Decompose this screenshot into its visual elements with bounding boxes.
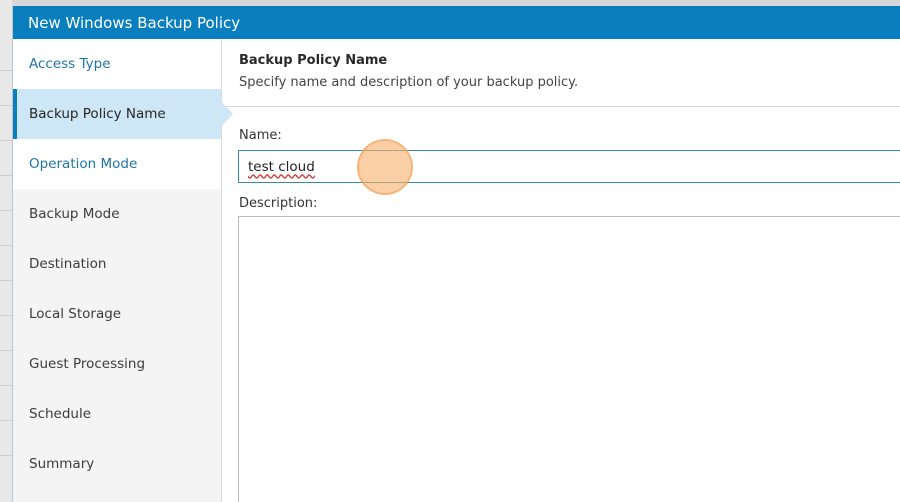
step-operation-mode[interactable]: Operation Mode [13, 139, 221, 189]
step-summary[interactable]: Summary [13, 439, 221, 489]
step-label: Local Storage [29, 306, 122, 322]
step-destination[interactable]: Destination [13, 239, 221, 289]
step-header: Backup Policy Name Specify name and desc… [222, 39, 900, 107]
step-label: Summary [29, 456, 95, 472]
step-main-panel: Backup Policy Name Specify name and desc… [222, 39, 900, 502]
active-step-pointer [221, 101, 233, 127]
step-backup-policy-name[interactable]: Backup Policy Name [13, 89, 233, 139]
step-label: Backup Mode [29, 206, 120, 222]
backup-policy-wizard-dialog: New Windows Backup Policy Access Type Ba… [12, 6, 900, 502]
step-label: Access Type [29, 56, 111, 72]
step-subtitle: Specify name and description of your bac… [239, 75, 579, 90]
step-schedule[interactable]: Schedule [13, 389, 221, 439]
step-label: Schedule [29, 406, 92, 422]
step-guest-processing[interactable]: Guest Processing [13, 339, 221, 389]
name-input-value: test cloud [248, 158, 315, 175]
wizard-steps-sidebar: Access Type Backup Policy Name Operation… [13, 39, 233, 502]
background-window-edge [0, 0, 12, 502]
wizard-content: Access Type Backup Policy Name Operation… [13, 39, 900, 502]
step-access-type[interactable]: Access Type [13, 39, 221, 89]
dialog-title: New Windows Backup Policy [28, 13, 241, 32]
name-label: Name: [239, 128, 282, 143]
name-input[interactable]: test cloud [238, 150, 900, 183]
step-label: Backup Policy Name [29, 106, 166, 122]
step-label: Operation Mode [29, 156, 138, 172]
step-backup-mode[interactable]: Backup Mode [13, 189, 221, 239]
step-title: Backup Policy Name [239, 53, 388, 68]
click-indicator [357, 139, 413, 195]
step-label: Guest Processing [29, 356, 146, 372]
step-label: Destination [29, 256, 107, 272]
description-textarea[interactable] [238, 216, 900, 502]
step-local-storage[interactable]: Local Storage [13, 289, 221, 339]
dialog-titlebar[interactable]: New Windows Backup Policy [13, 6, 900, 39]
description-label: Description: [239, 196, 318, 211]
